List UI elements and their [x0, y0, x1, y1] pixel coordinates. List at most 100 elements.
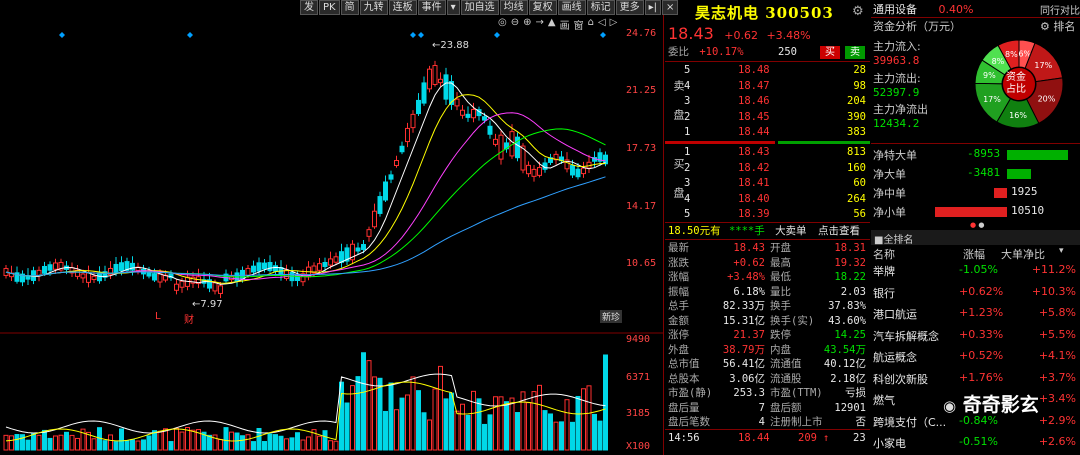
stock-title: 昊志机电 300503	[695, 4, 834, 22]
candle-body	[471, 108, 476, 119]
page-dots[interactable]: ● ●	[970, 221, 984, 229]
volume-bar	[306, 436, 311, 451]
stat-row: 盘后笔数 4 注册制上市 否	[668, 416, 866, 428]
rank-row[interactable]: 银行 +0.62% +10.3%	[873, 285, 1078, 301]
volume-bar	[372, 376, 377, 451]
volume-bar	[344, 402, 350, 451]
volume-bar	[493, 396, 498, 451]
toolbar-button[interactable]: 九转	[359, 0, 388, 15]
ma-line	[5, 94, 606, 284]
tick-row: 14:56 18.44 209 ↑ 23	[668, 432, 866, 444]
volume-bar	[190, 429, 196, 451]
gear-icon[interactable]: ⚙	[852, 4, 864, 19]
candle-body	[394, 160, 399, 166]
rank-row[interactable]: 举牌 -1.05% +11.2%	[873, 263, 1078, 279]
chart-tool-icon[interactable]: ⊖	[511, 17, 519, 32]
volume-bar	[592, 413, 597, 451]
candle-body	[267, 262, 273, 272]
volume-bar	[553, 421, 559, 451]
bid-row[interactable]: 1 18.43 813	[668, 145, 868, 160]
volume-bar	[443, 398, 449, 451]
view-link[interactable]: 点击查看	[818, 224, 860, 239]
volume-bar	[278, 435, 284, 451]
rank-row[interactable]: 小家电 -0.51% +2.6%	[873, 435, 1078, 451]
toolbar-button[interactable]: 更多	[615, 0, 644, 15]
volume-bar	[207, 434, 212, 451]
kline-chart-area[interactable]: 发 PK 简九转 连板 事件 ▾ 加自选 均线 复权 画线 标记 更多 ▸| × ◎ ⊖ ⊕ → ▲ 画窗 ⌂ ◁ ▷ 2…	[0, 0, 679, 455]
toolbar-button[interactable]: ×	[662, 0, 679, 15]
chart-tool-icon[interactable]: ▷	[610, 17, 618, 32]
bid-row[interactable]: 2 18.42 160	[668, 161, 868, 176]
volume-bar	[361, 352, 366, 451]
rank-row[interactable]: 科创次新股 +1.76% +3.7%	[873, 371, 1078, 387]
toolbar-button[interactable]: 复权	[528, 0, 557, 15]
chart-tool-icon[interactable]: ◎	[498, 17, 507, 32]
watermark: ◉ 奇奇影玄	[943, 394, 1039, 416]
candle-body	[113, 263, 119, 274]
candle-body	[410, 113, 416, 129]
volume-bar	[465, 414, 471, 451]
toolbar-button[interactable]: ▾	[446, 0, 460, 15]
toolbar-button[interactable]: PK	[319, 0, 340, 15]
candle-body	[361, 244, 366, 250]
candle-body	[399, 145, 405, 153]
volume-bar	[108, 434, 113, 451]
cai-marker: 财	[184, 315, 194, 326]
chart-tool-icon[interactable]: ◁	[598, 17, 606, 32]
candle-body	[581, 167, 586, 175]
toolbar-button[interactable]: ▸|	[644, 0, 662, 15]
volume-bar	[91, 438, 97, 451]
toolbar-button[interactable]: 事件	[417, 0, 446, 15]
rank-row[interactable]: 航运概念 +0.52% +4.1%	[873, 349, 1078, 365]
toolbar-button[interactable]: 画线	[557, 0, 586, 15]
volume-bar	[64, 431, 69, 451]
volume-bar	[542, 410, 548, 451]
toolbar-button[interactable]: 发	[300, 0, 318, 15]
l-marker: L	[155, 311, 161, 322]
candle-body	[432, 65, 438, 85]
buy-button[interactable]: 买	[820, 46, 840, 59]
chart-tool-icon[interactable]: ⌂	[588, 17, 594, 32]
candle-body	[383, 181, 388, 201]
candle-body	[317, 263, 322, 271]
peer-compare-link[interactable]: 同行对比	[1040, 2, 1080, 17]
price-tick: 21.25	[626, 85, 657, 96]
volume-bar	[146, 435, 152, 451]
fund-bar-row: 净特大单 -8953	[871, 147, 1080, 163]
candle-body	[218, 285, 223, 294]
stat-row: 最新 18.43 开盘 18.31	[668, 242, 866, 254]
kline-svg[interactable]	[0, 0, 664, 455]
bid-row[interactable]: 4 18.40 264	[668, 192, 868, 207]
candle-body	[416, 99, 421, 115]
ask-row[interactable]: 5 18.48 28	[668, 63, 868, 78]
toolbar-button[interactable]: 简	[340, 0, 359, 15]
toolbar-button[interactable]: 均线	[499, 0, 528, 15]
bid-row[interactable]: 5 18.39 56	[668, 207, 868, 222]
ask-row[interactable]: 2 18.45 390	[668, 110, 868, 125]
candle-body	[493, 138, 498, 145]
sell-button[interactable]: 卖	[845, 46, 865, 59]
toolbar-button[interactable]: 加自选	[460, 0, 499, 15]
toolbar-button[interactable]: 连板	[388, 0, 417, 15]
ask-row[interactable]: 4 18.47 98	[668, 79, 868, 94]
toolbar-button[interactable]: 标记	[586, 0, 615, 15]
fund-bar	[994, 188, 1007, 198]
ask-row[interactable]: 1 18.44 383	[668, 125, 868, 140]
rank-link[interactable]: ⚙ 排名	[1040, 18, 1075, 34]
rank-row[interactable]: 汽车拆解概念 +0.33% +5.5%	[873, 328, 1078, 344]
volume-bar	[405, 394, 410, 451]
ask-row[interactable]: 3 18.46 204	[668, 94, 868, 109]
bid-row[interactable]: 3 18.41 60	[668, 176, 868, 191]
volume-bar	[575, 395, 581, 451]
sector-row[interactable]: 通用设备 0.40%	[873, 1, 973, 17]
candle-body	[273, 265, 278, 272]
chart-tool-icon[interactable]: ▲	[548, 17, 556, 32]
volume-bar	[504, 401, 509, 451]
rank-row[interactable]: 港口航运 +1.23% +5.8%	[873, 306, 1078, 322]
volume-bar	[245, 434, 251, 451]
chart-tool-icon[interactable]: →	[536, 17, 544, 32]
chart-tool-icon[interactable]: 画	[560, 17, 570, 32]
chart-tool-icon[interactable]: ⊕	[523, 17, 531, 32]
stat-row: 振幅 6.18% 量比 2.03	[668, 285, 866, 298]
chart-tool-icon[interactable]: 窗	[574, 17, 584, 32]
